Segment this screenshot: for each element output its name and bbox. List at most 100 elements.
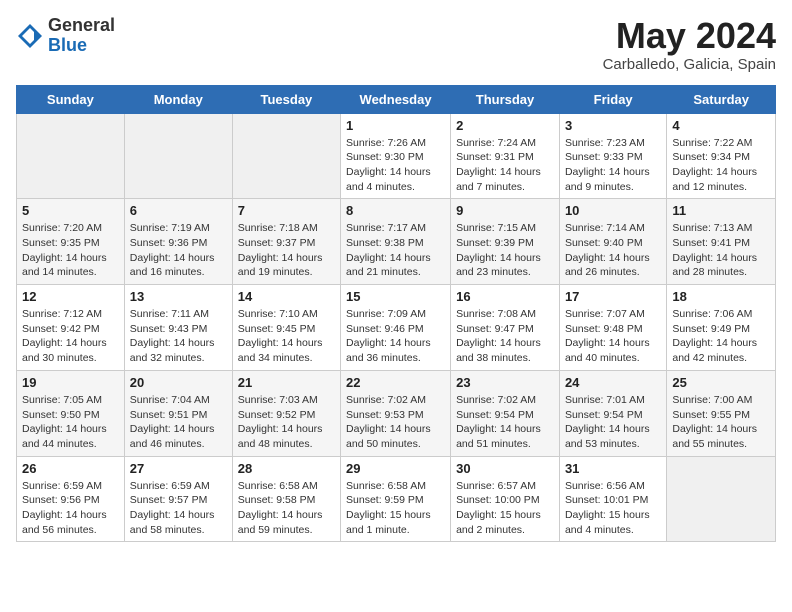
calendar-cell: 9 Sunrise: 7:15 AM Sunset: 9:39 PM Daylig… [451,199,560,285]
day-info: Sunrise: 7:01 AM Sunset: 9:54 PM Dayligh… [565,393,661,452]
day-number: 9 [456,203,554,218]
day-info: Sunrise: 7:24 AM Sunset: 9:31 PM Dayligh… [456,136,554,195]
calendar-cell: 13 Sunrise: 7:11 AM Sunset: 9:43 PM Dayli… [124,285,232,371]
weekday-header-thursday: Thursday [451,85,560,113]
day-info: Sunrise: 7:03 AM Sunset: 9:52 PM Dayligh… [238,393,335,452]
calendar-week-row: 26 Sunrise: 6:59 AM Sunset: 9:56 PM Dayli… [17,456,776,542]
day-number: 13 [130,289,227,304]
day-info: Sunrise: 7:19 AM Sunset: 9:36 PM Dayligh… [130,221,227,280]
calendar-cell: 25Sunrise: 7:00 AM Sunset: 9:55 PM Dayli… [667,370,776,456]
day-number: 23 [456,375,554,390]
day-number: 10 [565,203,661,218]
day-number: 6 [130,203,227,218]
day-info: Sunrise: 7:02 AM Sunset: 9:54 PM Dayligh… [456,393,554,452]
day-info: Sunrise: 6:58 AM Sunset: 9:58 PM Dayligh… [238,479,335,538]
weekday-header-tuesday: Tuesday [232,85,340,113]
day-number: 3 [565,118,661,133]
day-number: 22 [346,375,445,390]
title-block: May 2024 Carballedo, Galicia, Spain [603,16,776,73]
calendar-cell: 31Sunrise: 6:56 AM Sunset: 10:01 PM Dayl… [559,456,666,542]
day-number: 21 [238,375,335,390]
weekday-header-monday: Monday [124,85,232,113]
day-info: Sunrise: 7:18 AM Sunset: 9:37 PM Dayligh… [238,221,335,280]
day-number: 5 [22,203,119,218]
logo: General Blue [16,16,115,56]
logo-blue-text: Blue [48,36,115,56]
calendar-week-row: 19 Sunrise: 7:05 AM Sunset: 9:50 PM Dayli… [17,370,776,456]
calendar-cell: 20Sunrise: 7:04 AM Sunset: 9:51 PM Dayli… [124,370,232,456]
day-info: Sunrise: 6:59 AM Sunset: 9:57 PM Dayligh… [130,479,227,538]
day-info: Sunrise: 7:12 AM Sunset: 9:42 PM Dayligh… [22,307,119,366]
day-number: 14 [238,289,335,304]
day-number: 30 [456,461,554,476]
calendar-cell: 27 Sunrise: 6:59 AM Sunset: 9:57 PM Dayli… [124,456,232,542]
calendar-cell: 19 Sunrise: 7:05 AM Sunset: 9:50 PM Dayli… [17,370,125,456]
day-info: Sunrise: 7:10 AM Sunset: 9:45 PM Dayligh… [238,307,335,366]
day-number: 19 [22,375,119,390]
day-info: Sunrise: 7:20 AM Sunset: 9:35 PM Dayligh… [22,221,119,280]
calendar-week-row: 12Sunrise: 7:12 AM Sunset: 9:42 PM Dayli… [17,285,776,371]
day-info: Sunrise: 7:09 AM Sunset: 9:46 PM Dayligh… [346,307,445,366]
calendar-cell: 4Sunrise: 7:22 AM Sunset: 9:34 PM Daylig… [667,113,776,199]
day-number: 2 [456,118,554,133]
day-info: Sunrise: 7:13 AM Sunset: 9:41 PM Dayligh… [672,221,770,280]
day-info: Sunrise: 6:57 AM Sunset: 10:00 PM Daylig… [456,479,554,538]
day-number: 26 [22,461,119,476]
calendar-cell [232,113,340,199]
day-number: 16 [456,289,554,304]
day-info: Sunrise: 7:15 AM Sunset: 9:39 PM Dayligh… [456,221,554,280]
day-number: 27 [130,461,227,476]
calendar-cell: 26 Sunrise: 6:59 AM Sunset: 9:56 PM Dayli… [17,456,125,542]
day-number: 28 [238,461,335,476]
day-number: 15 [346,289,445,304]
calendar-header: SundayMondayTuesdayWednesdayThursdayFrid… [17,85,776,113]
weekday-header-saturday: Saturday [667,85,776,113]
calendar-cell: 3 Sunrise: 7:23 AM Sunset: 9:33 PM Daylig… [559,113,666,199]
page-header: General Blue May 2024 Carballedo, Galici… [16,16,776,73]
calendar-cell: 28 Sunrise: 6:58 AM Sunset: 9:58 PM Dayli… [232,456,340,542]
day-info: Sunrise: 7:07 AM Sunset: 9:48 PM Dayligh… [565,307,661,366]
day-info: Sunrise: 7:08 AM Sunset: 9:47 PM Dayligh… [456,307,554,366]
day-info: Sunrise: 7:11 AM Sunset: 9:43 PM Dayligh… [130,307,227,366]
day-number: 17 [565,289,661,304]
calendar-cell: 7Sunrise: 7:18 AM Sunset: 9:37 PM Daylig… [232,199,340,285]
day-info: Sunrise: 7:00 AM Sunset: 9:55 PM Dayligh… [672,393,770,452]
day-number: 1 [346,118,445,133]
calendar-cell: 11 Sunrise: 7:13 AM Sunset: 9:41 PM Dayli… [667,199,776,285]
day-info: Sunrise: 7:04 AM Sunset: 9:51 PM Dayligh… [130,393,227,452]
weekday-header-wednesday: Wednesday [341,85,451,113]
day-info: Sunrise: 6:59 AM Sunset: 9:56 PM Dayligh… [22,479,119,538]
weekday-header-row: SundayMondayTuesdayWednesdayThursdayFrid… [17,85,776,113]
day-info: Sunrise: 7:05 AM Sunset: 9:50 PM Dayligh… [22,393,119,452]
day-number: 18 [672,289,770,304]
day-number: 31 [565,461,661,476]
calendar-cell: 30 Sunrise: 6:57 AM Sunset: 10:00 PM Dayl… [451,456,560,542]
calendar-cell: 6 Sunrise: 7:19 AM Sunset: 9:36 PM Daylig… [124,199,232,285]
day-number: 29 [346,461,445,476]
day-info: Sunrise: 7:26 AM Sunset: 9:30 PM Dayligh… [346,136,445,195]
day-info: Sunrise: 7:14 AM Sunset: 9:40 PM Dayligh… [565,221,661,280]
day-info: Sunrise: 7:06 AM Sunset: 9:49 PM Dayligh… [672,307,770,366]
calendar-cell: 21 Sunrise: 7:03 AM Sunset: 9:52 PM Dayli… [232,370,340,456]
calendar-cell: 18 Sunrise: 7:06 AM Sunset: 9:49 PM Dayli… [667,285,776,371]
calendar-cell: 15 Sunrise: 7:09 AM Sunset: 9:46 PM Dayli… [341,285,451,371]
day-info: Sunrise: 7:22 AM Sunset: 9:34 PM Dayligh… [672,136,770,195]
weekday-header-friday: Friday [559,85,666,113]
calendar-cell: 29Sunrise: 6:58 AM Sunset: 9:59 PM Dayli… [341,456,451,542]
calendar-week-row: 5 Sunrise: 7:20 AM Sunset: 9:35 PM Daylig… [17,199,776,285]
location-text: Carballedo, Galicia, Spain [603,56,776,73]
logo-icon [16,22,44,50]
calendar-week-row: 1 Sunrise: 7:26 AM Sunset: 9:30 PM Daylig… [17,113,776,199]
day-info: Sunrise: 7:23 AM Sunset: 9:33 PM Dayligh… [565,136,661,195]
calendar-cell: 12Sunrise: 7:12 AM Sunset: 9:42 PM Dayli… [17,285,125,371]
calendar-cell: 16 Sunrise: 7:08 AM Sunset: 9:47 PM Dayli… [451,285,560,371]
calendar-body: 1 Sunrise: 7:26 AM Sunset: 9:30 PM Daylig… [17,113,776,542]
calendar-cell: 17 Sunrise: 7:07 AM Sunset: 9:48 PM Dayli… [559,285,666,371]
calendar-cell: 22Sunrise: 7:02 AM Sunset: 9:53 PM Dayli… [341,370,451,456]
calendar-cell: 2 Sunrise: 7:24 AM Sunset: 9:31 PM Daylig… [451,113,560,199]
day-number: 11 [672,203,770,218]
calendar-cell: 5 Sunrise: 7:20 AM Sunset: 9:35 PM Daylig… [17,199,125,285]
calendar-cell [124,113,232,199]
day-number: 24 [565,375,661,390]
month-title: May 2024 [603,16,776,56]
